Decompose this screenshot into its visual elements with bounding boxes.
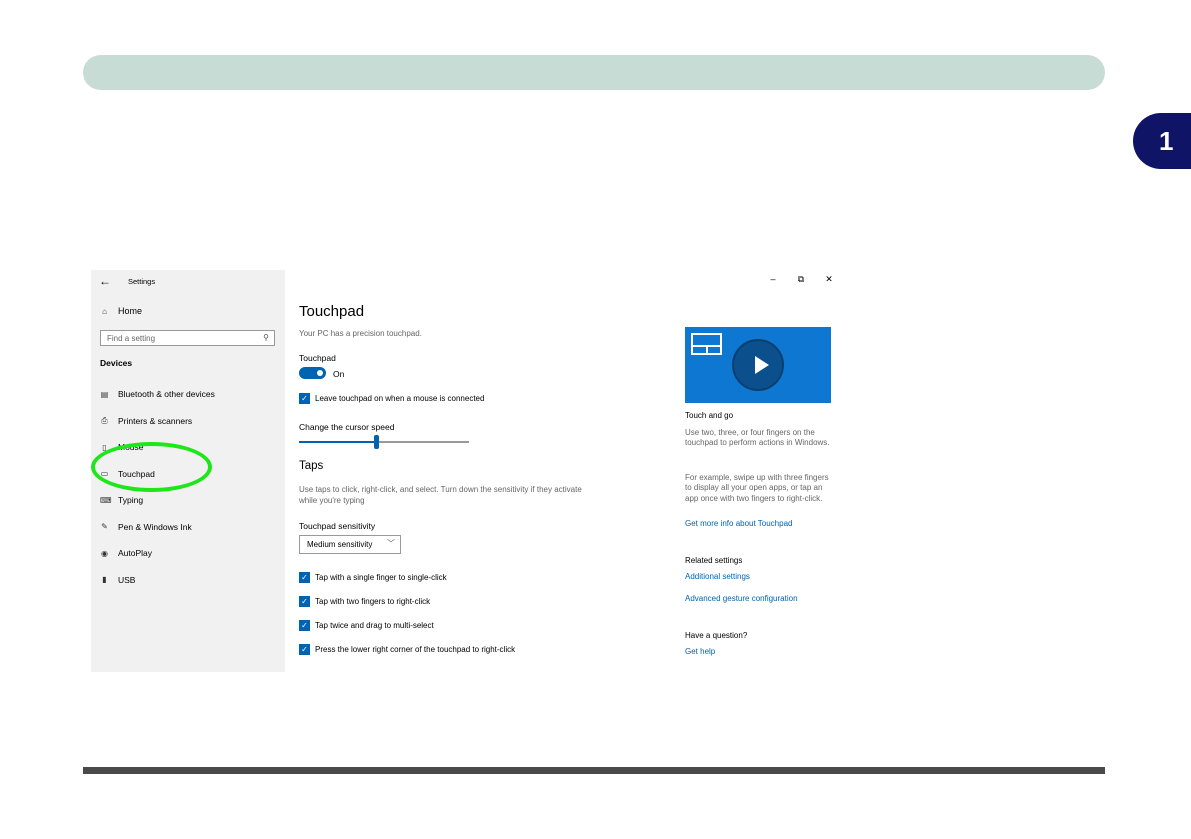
leave-touchpad-on-row[interactable]: ✓ Leave touchpad on when a mouse is conn… (299, 393, 484, 404)
keyboard-icon: ⌨ (100, 495, 112, 505)
example-text: For example, swipe up with three fingers… (685, 473, 829, 503)
section-label-devices: Devices (100, 358, 133, 368)
touchpad-toggle[interactable] (299, 367, 326, 379)
taps-heading: Taps (299, 460, 324, 472)
check-row-tap-drag[interactable]: ✓ Tap twice and drag to multi-select (299, 620, 434, 631)
sidebar-item-bluetooth[interactable]: ▤ Bluetooth & other devices (100, 381, 215, 408)
touchpad-highlight-circle (91, 442, 212, 492)
sidebar-item-label: Printers & scanners (118, 415, 193, 426)
minimize-icon[interactable]: – (764, 274, 782, 285)
autoplay-icon: ◉ (101, 548, 108, 558)
usb-icon: ▮ (102, 575, 107, 585)
checkbox-checked-icon[interactable]: ✓ (299, 644, 310, 655)
video-thumbnail[interactable] (685, 327, 831, 403)
checkbox-checked-icon[interactable]: ✓ (299, 596, 310, 607)
check-row-two-finger[interactable]: ✓ Tap with two fingers to right-click (299, 596, 430, 607)
window-title: Settings (128, 277, 156, 286)
sidebar-item-autoplay[interactable]: ◉ AutoPlay (100, 540, 215, 567)
bluetooth-devices-icon: ▤ (100, 389, 109, 399)
nav-home-label: Home (118, 306, 143, 316)
window-controls: – ⧉ ✕ (764, 274, 841, 285)
check-row-corner-right-click[interactable]: ✓ Press the lower right corner of the to… (299, 644, 515, 655)
check-label: Tap with two fingers to right-click (315, 597, 431, 606)
play-icon[interactable] (732, 339, 784, 391)
sidebar-item-usb[interactable]: ▮ USB (100, 567, 215, 594)
search-placeholder: Find a setting (107, 334, 156, 343)
check-label: Leave touchpad on when a mouse is connec… (315, 394, 485, 403)
video-title: Touch and go (685, 411, 734, 420)
pen-icon: ✎ (101, 522, 108, 532)
main-content: Touchpad Your PC has a precision touchpa… (299, 270, 649, 672)
sidebar-item-label: USB (118, 574, 136, 585)
toggle-state: On (333, 369, 345, 379)
question-heading: Have a question? (685, 631, 748, 640)
get-help-link[interactable]: Get help (685, 647, 715, 657)
checkbox-checked-icon[interactable]: ✓ (299, 572, 310, 583)
video-description: Use two, three, or four fingers on the t… (685, 428, 830, 448)
touchpad-illustration-icon (691, 333, 722, 355)
check-label: Tap with a single finger to single-click (315, 573, 447, 582)
cursor-speed-fill (299, 441, 376, 443)
restore-icon[interactable]: ⧉ (792, 274, 810, 285)
check-row-single-tap[interactable]: ✓ Tap with a single finger to single-cli… (299, 572, 447, 583)
nav-home[interactable]: ⌂ Home (100, 306, 142, 316)
sensitivity-dropdown[interactable]: Medium sensitivity ﹀ (299, 535, 401, 554)
home-icon: ⌂ (102, 306, 107, 316)
check-label: Tap twice and drag to multi-select (315, 621, 434, 630)
chapter-tab: 1 (1133, 113, 1191, 169)
check-label: Press the lower right corner of the touc… (315, 645, 516, 654)
taps-description: Use taps to click, right-click, and sele… (299, 485, 582, 505)
sidebar-item-label: AutoPlay (118, 548, 153, 559)
footer-rule (83, 767, 1105, 774)
sensitivity-value: Medium sensitivity (307, 540, 373, 549)
search-icon[interactable]: ⚲ (263, 333, 269, 342)
page-subtitle: Your PC has a precision touchpad. (299, 329, 422, 338)
chevron-down-icon: ﹀ (387, 539, 395, 548)
page-title: Touchpad (299, 303, 365, 320)
advanced-gesture-link[interactable]: Advanced gesture configuration (685, 594, 798, 604)
back-arrow-icon[interactable]: ← (99, 274, 111, 288)
related-heading: Related settings (685, 556, 743, 565)
sidebar-item-pen[interactable]: ✎ Pen & Windows Ink (100, 514, 215, 541)
sensitivity-label: Touchpad sensitivity (299, 521, 376, 531)
cursor-speed-label: Change the cursor speed (299, 422, 395, 432)
sidebar-item-label: Bluetooth & other devices (118, 389, 215, 400)
additional-settings-link[interactable]: Additional settings (685, 572, 750, 582)
checkbox-checked-icon[interactable]: ✓ (299, 620, 310, 631)
checkbox-checked-icon[interactable]: ✓ (299, 393, 310, 404)
printer-icon: ⎙ (101, 415, 108, 425)
touchpad-label: Touchpad (299, 353, 336, 363)
more-info-link[interactable]: Get more info about Touchpad (685, 519, 792, 529)
sidebar-item-label: Pen & Windows Ink (118, 521, 192, 532)
close-icon[interactable]: ✕ (820, 274, 838, 285)
sidebar-item-printers[interactable]: ⎙ Printers & scanners (100, 408, 215, 435)
cursor-speed-thumb[interactable] (374, 435, 379, 449)
search-input[interactable]: Find a setting ⚲ (100, 330, 275, 346)
header-bar (83, 55, 1105, 90)
sidebar-item-label: Typing (118, 495, 144, 506)
